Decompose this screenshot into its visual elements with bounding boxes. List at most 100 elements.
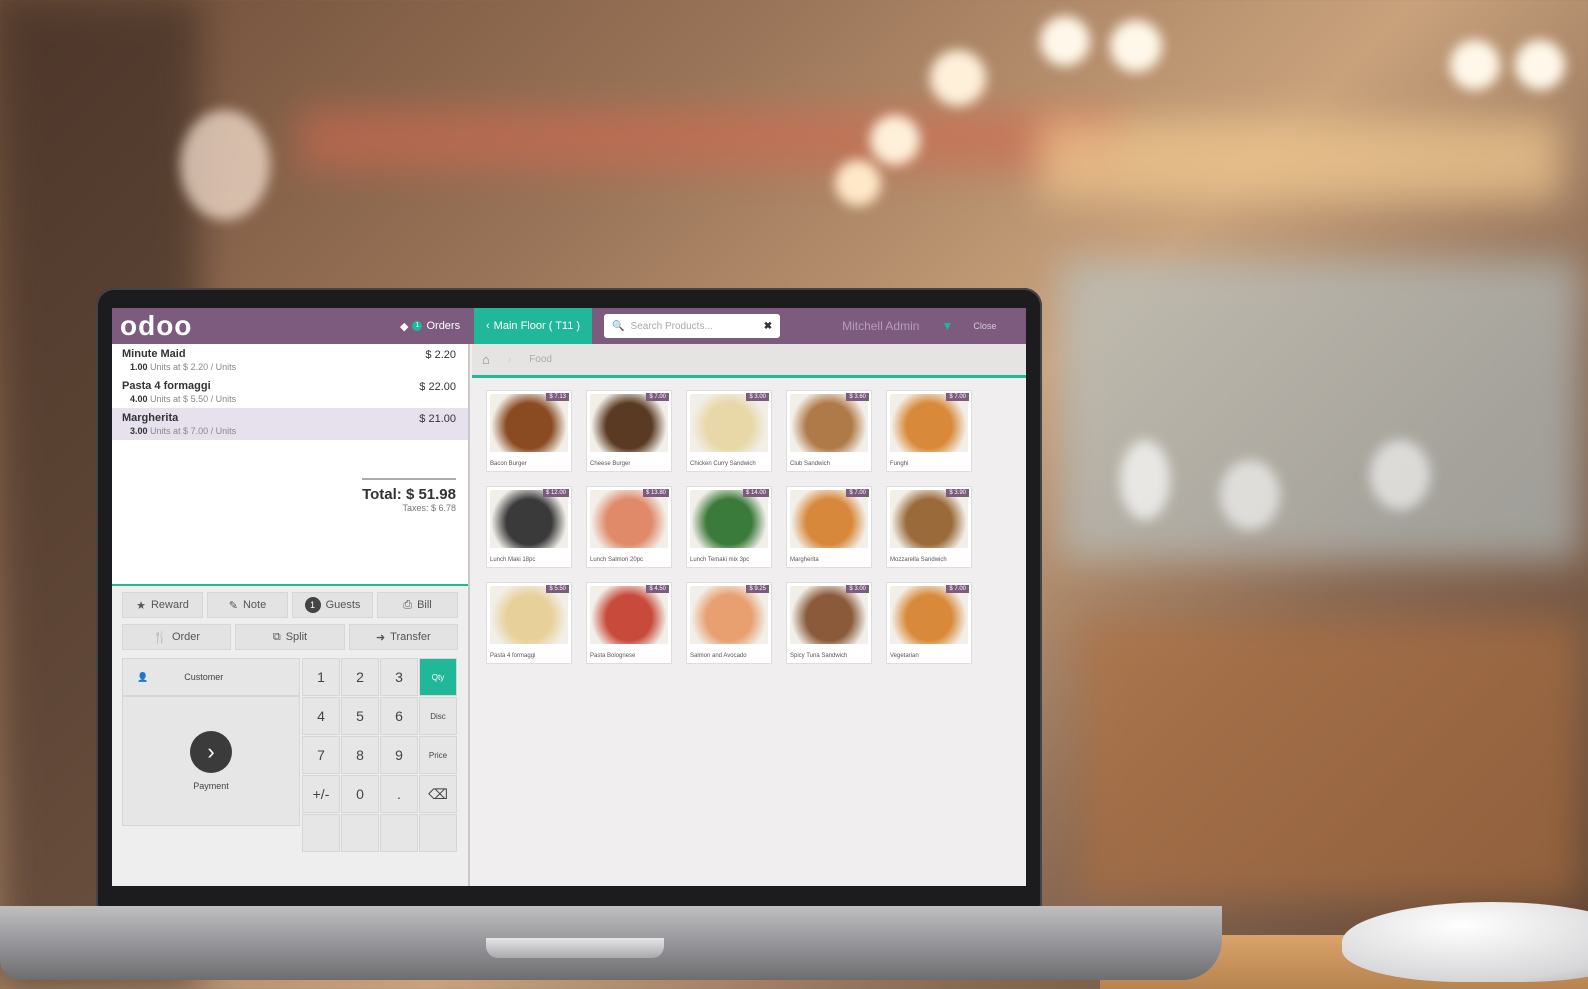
- product-card[interactable]: $ 3.60 Club Sandwich: [786, 390, 872, 472]
- numpad-key[interactable]: 1: [302, 658, 340, 696]
- numpad-empty: [380, 814, 418, 852]
- split-icon: ⧉: [272, 630, 281, 643]
- control-row-2: 🍴 Order ⧉ Split ➜ Transfer: [112, 618, 468, 650]
- product-card[interactable]: $ 12.00 Lunch Maki 18pc: [486, 486, 572, 568]
- order-line[interactable]: Pasta 4 formaggi $ 22.00 4.00 Units at $…: [112, 376, 468, 408]
- tag-icon: ✎: [228, 599, 238, 612]
- odoo-logo: odoo: [120, 310, 193, 341]
- qty-mode-button[interactable]: Qty: [419, 658, 457, 696]
- decimal-key[interactable]: .: [380, 775, 418, 813]
- product-card[interactable]: $ 9.25 Salmon and Avocado: [686, 582, 772, 664]
- product-card[interactable]: $ 7.13 Bacon Burger: [486, 390, 572, 472]
- product-name: Spicy Tuna Sandwich: [790, 653, 848, 659]
- numpad-empty: [341, 814, 379, 852]
- product-name: Mozzarella Sandwich: [890, 557, 947, 563]
- order-line[interactable]: Minute Maid $ 2.20 1.00 Units at $ 2.20 …: [112, 344, 468, 376]
- product-price: $ 7.00: [946, 585, 969, 593]
- floor-tab-label: Main Floor ( T11 ): [493, 320, 581, 332]
- product-price: $ 12.00: [542, 489, 569, 497]
- split-label: Split: [285, 631, 308, 643]
- product-name: Funghi: [890, 461, 909, 467]
- order-line-selected[interactable]: Margherita $ 21.00 3.00 Units at $ 7.00 …: [112, 408, 468, 440]
- product-price: $ 3.00: [746, 393, 769, 401]
- payment-button[interactable]: › Payment: [122, 696, 300, 826]
- numpad-empty: [419, 814, 457, 852]
- product-name: Lunch Temaki mix 3pc: [690, 557, 750, 563]
- product-card[interactable]: $ 3.90 Mozzarella Sandwich: [886, 486, 972, 568]
- pos-screen: odoo ◆ 1 Orders ‹ Main Floor ( T11 ) 🔍 S…: [112, 308, 1026, 886]
- product-image: [790, 394, 868, 452]
- product-grid: $ 7.13 Bacon Burger $ 7.00 Cheese Burger $ 3…: [472, 378, 1026, 676]
- order-total: Total: $ 51.98: [362, 486, 456, 503]
- order-lines: Minute Maid $ 2.20 1.00 Units at $ 2.20 …: [112, 344, 468, 584]
- product-name: Salmon and Avocado: [690, 653, 747, 659]
- arrow-right-icon: ➜: [375, 631, 386, 644]
- numpad-key[interactable]: 7: [302, 736, 340, 774]
- numpad-empty: [302, 814, 340, 852]
- control-panel: ★ Reward ✎ Note 1 Guests ⎙ Bill 🍴 Order ⧉ Spli…: [112, 584, 468, 886]
- top-bar: odoo ◆ 1 Orders ‹ Main Floor ( T11 ) 🔍 S…: [112, 308, 1026, 344]
- product-price: $ 7.00: [846, 489, 869, 497]
- reward-label: Reward: [150, 599, 189, 611]
- product-card[interactable]: $ 7.00 Cheese Burger: [586, 390, 672, 472]
- transfer-button[interactable]: ➜ Transfer: [348, 624, 458, 650]
- customer-button[interactable]: 👤 Customer: [122, 658, 300, 696]
- wifi-icon: ▼: [941, 319, 954, 333]
- product-price: $ 7.00: [646, 393, 669, 401]
- cashier-name[interactable]: Mitchell Admin: [842, 319, 919, 333]
- order-line-info: 1.00 Units at $ 2.20 / Units: [122, 362, 460, 372]
- order-line-name: Minute Maid: [122, 348, 186, 360]
- product-image: [890, 586, 968, 644]
- numpad-key[interactable]: 2: [341, 658, 379, 696]
- numpad-key[interactable]: 3: [380, 658, 418, 696]
- product-card[interactable]: $ 7.00 Funghi: [886, 390, 972, 472]
- product-card[interactable]: $ 3.00 Chicken Curry Sandwich: [686, 390, 772, 472]
- numpad-key[interactable]: 9: [380, 736, 418, 774]
- order-line-info: 3.00 Units at $ 7.00 / Units: [122, 426, 460, 436]
- plus-minus-key[interactable]: +/-: [302, 775, 340, 813]
- clear-search-icon[interactable]: ✖: [764, 321, 772, 332]
- price-mode-button[interactable]: Price: [419, 736, 457, 774]
- bill-button[interactable]: ⎙ Bill: [377, 592, 458, 618]
- guests-button[interactable]: 1 Guests: [292, 592, 373, 618]
- numpad-key[interactable]: 5: [341, 697, 379, 735]
- product-card[interactable]: $ 14.00 Lunch Temaki mix 3pc: [686, 486, 772, 568]
- numpad-key[interactable]: 4: [302, 697, 340, 735]
- numpad-key[interactable]: 8: [341, 736, 379, 774]
- numpad-key[interactable]: 0: [341, 775, 379, 813]
- note-button[interactable]: ✎ Note: [207, 592, 288, 618]
- product-name: Pasta 4 formaggi: [490, 653, 536, 659]
- numpad-key[interactable]: 6: [380, 697, 418, 735]
- product-name: Pasta Bolognese: [590, 653, 636, 659]
- split-button[interactable]: ⧉ Split: [235, 624, 345, 650]
- reward-button[interactable]: ★ Reward: [122, 592, 203, 618]
- product-card[interactable]: $ 13.80 Lunch Salmon 20pc: [586, 486, 672, 568]
- backspace-icon[interactable]: ⌫: [419, 775, 457, 813]
- bill-label: Bill: [417, 599, 432, 611]
- chevron-left-icon: ‹: [486, 320, 490, 332]
- close-button[interactable]: Close: [973, 321, 996, 331]
- search-input[interactable]: 🔍 Search Products... ✖: [604, 314, 781, 338]
- product-card[interactable]: $ 4.50 Pasta Bolognese: [586, 582, 672, 664]
- order-line-name: Margherita: [122, 412, 179, 424]
- orders-button[interactable]: ◆ 1 Orders: [400, 320, 468, 333]
- product-card[interactable]: $ 7.00 Margherita: [786, 486, 872, 568]
- disc-mode-button[interactable]: Disc: [419, 697, 457, 735]
- product-image: [690, 394, 768, 452]
- breadcrumb-category[interactable]: Food: [529, 354, 552, 365]
- product-card[interactable]: $ 3.00 Spicy Tuna Sandwich: [786, 582, 872, 664]
- product-image: [790, 490, 868, 548]
- order-button[interactable]: 🍴 Order: [122, 624, 232, 650]
- search-placeholder: Search Products...: [630, 320, 713, 332]
- product-card[interactable]: $ 7.00 Vegetarian: [886, 582, 972, 664]
- order-line-info: 4.00 Units at $ 5.50 / Units: [122, 394, 460, 404]
- home-icon[interactable]: ⌂: [482, 352, 490, 367]
- floor-tab[interactable]: ‹ Main Floor ( T11 ): [474, 308, 593, 344]
- product-name: Lunch Salmon 20pc: [590, 557, 644, 563]
- cutlery-icon: 🍴: [153, 631, 167, 644]
- product-name: Chicken Curry Sandwich: [690, 461, 756, 467]
- product-card[interactable]: $ 5.50 Pasta 4 formaggi: [486, 582, 572, 664]
- product-image: [590, 490, 668, 548]
- order-line-unit: Units at $ 5.50 / Units: [150, 394, 237, 404]
- order-taxes: Taxes: $ 6.78: [402, 503, 456, 513]
